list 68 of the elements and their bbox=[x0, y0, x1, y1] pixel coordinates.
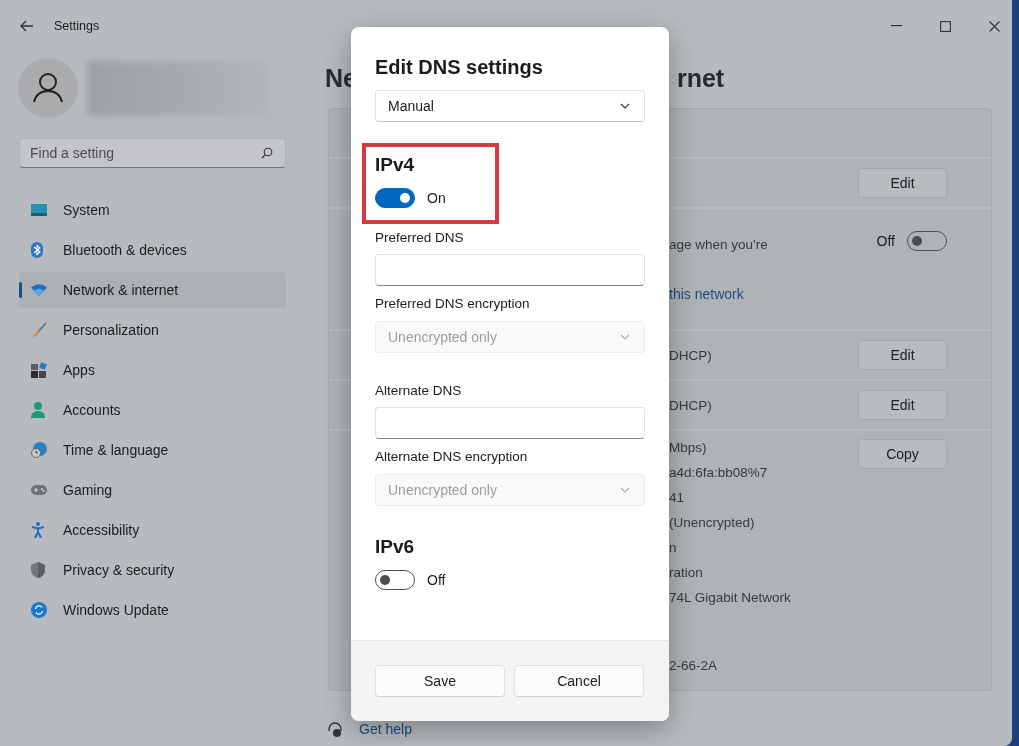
back-arrow-icon[interactable] bbox=[20, 20, 34, 32]
chevron-down-icon bbox=[620, 487, 630, 493]
row-button[interactable]: Edit bbox=[858, 390, 947, 420]
link[interactable]: this network bbox=[669, 281, 877, 307]
apps-icon bbox=[31, 362, 47, 378]
sidebar-item[interactable]: Apps bbox=[19, 352, 286, 388]
sidebar-item[interactable]: System bbox=[19, 192, 286, 228]
update-icon bbox=[31, 602, 47, 618]
monitor-icon bbox=[31, 204, 47, 216]
input-field[interactable] bbox=[375, 407, 645, 439]
field-label: Preferred DNS encryption bbox=[375, 295, 531, 313]
toggle-label: Off bbox=[427, 572, 446, 588]
close-icon[interactable] bbox=[989, 20, 1000, 32]
toggle-label: Off bbox=[876, 233, 895, 249]
row-button[interactable]: Edit bbox=[858, 340, 947, 370]
help-link[interactable]: Get help bbox=[359, 721, 412, 737]
person-icon bbox=[31, 402, 45, 418]
info-text: DHCP) bbox=[669, 396, 713, 415]
info-text: ration bbox=[669, 564, 704, 582]
info-text: (Unencrypted) bbox=[669, 514, 756, 532]
sidebar-item[interactable]: Accounts bbox=[19, 392, 286, 428]
dialog-button[interactable]: Cancel bbox=[514, 665, 644, 697]
search-icon[interactable] bbox=[261, 147, 273, 159]
sidebar-item[interactable]: Bluetooth & devices bbox=[19, 232, 286, 268]
section-heading: IPv6 bbox=[375, 535, 416, 559]
dialog-title: Edit DNS settings bbox=[375, 55, 544, 80]
accessibility-icon bbox=[31, 522, 45, 538]
info-text: DHCP) bbox=[669, 346, 713, 365]
shield-icon bbox=[31, 562, 45, 578]
row-button[interactable]: Copy bbox=[858, 439, 947, 469]
toggle-label: On bbox=[427, 190, 446, 206]
info-text: Mbps) bbox=[669, 439, 708, 457]
dropdown[interactable]: Manual bbox=[375, 90, 645, 122]
page-title: rnet bbox=[676, 63, 725, 94]
sidebar-item[interactable]: Accessibility bbox=[19, 512, 286, 548]
field-label: Alternate DNS bbox=[375, 382, 463, 400]
dialog-button[interactable]: Save bbox=[375, 665, 505, 697]
field-label: Alternate DNS encryption bbox=[375, 448, 529, 466]
avatar-icon bbox=[18, 58, 78, 118]
wifi-icon bbox=[31, 284, 47, 296]
window-title: Settings bbox=[54, 19, 100, 33]
info-text: n bbox=[669, 539, 678, 557]
minimize-icon[interactable] bbox=[891, 25, 902, 27]
chevron-down-icon bbox=[620, 334, 630, 340]
globe-clock-icon bbox=[31, 442, 47, 458]
info-text: 74L Gigabit Network bbox=[669, 589, 792, 607]
sidebar-item[interactable]: Windows Update bbox=[19, 592, 286, 628]
section-heading: IPv4 bbox=[375, 153, 416, 177]
gamepad-icon bbox=[31, 484, 47, 496]
sidebar-item[interactable]: Personalization bbox=[19, 312, 286, 348]
sidebar-item[interactable]: Network & internet bbox=[19, 272, 286, 308]
field-label: Preferred DNS bbox=[375, 229, 465, 247]
input-field[interactable] bbox=[375, 254, 645, 286]
chevron-down-icon bbox=[620, 103, 630, 109]
sidebar-item[interactable]: Gaming bbox=[19, 472, 286, 508]
maximize-icon[interactable] bbox=[940, 20, 951, 32]
bluetooth-icon bbox=[31, 242, 43, 258]
sidebar-item[interactable]: Privacy & security bbox=[19, 552, 286, 588]
info-text: 2-66-2A bbox=[669, 657, 719, 675]
brush-icon bbox=[31, 322, 47, 338]
sidebar-item[interactable]: Time & language bbox=[19, 432, 286, 468]
toggle-switch[interactable] bbox=[375, 188, 415, 208]
info-text: 41 bbox=[669, 489, 686, 507]
info-text: age when you're bbox=[669, 235, 769, 254]
row-button[interactable]: Edit bbox=[858, 168, 947, 198]
info-text: a4d:6fa:bb08%7 bbox=[669, 464, 769, 482]
help-icon bbox=[327, 721, 343, 737]
search-field[interactable]: Find a setting bbox=[19, 138, 286, 168]
